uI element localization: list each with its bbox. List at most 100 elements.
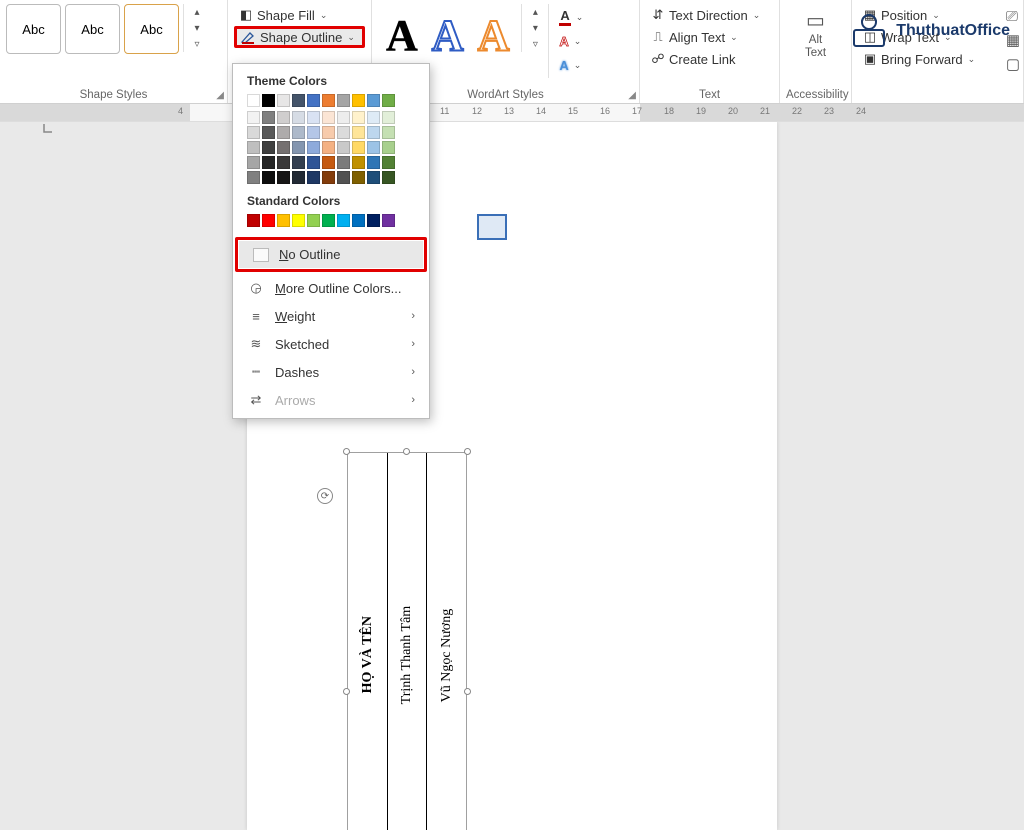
alt-text-button[interactable]: ▭ Alt Text <box>794 4 838 59</box>
color-swatch[interactable] <box>322 156 335 169</box>
text-direction-button[interactable]: ⇵Text Direction⌄ <box>646 4 773 26</box>
color-swatch[interactable] <box>262 126 275 139</box>
color-swatch[interactable] <box>352 111 365 124</box>
color-swatch[interactable] <box>367 171 380 184</box>
color-swatch[interactable] <box>337 94 350 107</box>
align-icon[interactable]: ⎚ <box>1006 8 1020 25</box>
color-swatch[interactable] <box>337 171 350 184</box>
group-icon[interactable]: ▦ <box>1006 31 1020 49</box>
more-outline-colors-item[interactable]: ◶ More Outline Colors... <box>233 274 429 302</box>
color-swatch[interactable] <box>382 171 395 184</box>
color-swatch[interactable] <box>352 214 365 227</box>
sketched-item[interactable]: ≋ Sketched› <box>233 330 429 358</box>
color-swatch[interactable] <box>262 214 275 227</box>
color-swatch[interactable] <box>262 111 275 124</box>
color-swatch[interactable] <box>367 214 380 227</box>
color-swatch[interactable] <box>367 111 380 124</box>
color-swatch[interactable] <box>307 214 320 227</box>
color-swatch[interactable] <box>307 111 320 124</box>
no-outline-item[interactable]: NNo Outlineo Outline <box>239 241 423 268</box>
color-swatch[interactable] <box>292 141 305 154</box>
color-swatch[interactable] <box>322 171 335 184</box>
color-swatch[interactable] <box>247 214 260 227</box>
color-swatch[interactable] <box>247 141 260 154</box>
color-swatch[interactable] <box>307 94 320 107</box>
color-swatch[interactable] <box>262 94 275 107</box>
textbox-selection[interactable]: ⟳ HỌ VÀ TÊN Trịnh Thanh Tâm Vũ Ngọc Nươn… <box>347 452 467 830</box>
color-swatch[interactable] <box>322 126 335 139</box>
color-swatch[interactable] <box>307 171 320 184</box>
style-preset-1[interactable]: Abc <box>6 4 61 54</box>
style-preset-2[interactable]: Abc <box>65 4 120 54</box>
tab-selector-icon[interactable] <box>42 122 56 136</box>
wordart-gallery[interactable]: A A A <box>378 4 517 67</box>
color-swatch[interactable] <box>292 214 305 227</box>
gallery-expand-icon[interactable]: ▿ <box>188 36 206 52</box>
gallery-expand-icon[interactable]: ▿ <box>526 36 544 52</box>
color-swatch[interactable] <box>367 156 380 169</box>
color-swatch[interactable] <box>277 141 290 154</box>
color-swatch[interactable] <box>337 126 350 139</box>
color-swatch[interactable] <box>307 126 320 139</box>
shape-fill-button[interactable]: ◧ Shape Fill ⌄ <box>234 4 365 26</box>
color-swatch[interactable] <box>262 156 275 169</box>
color-swatch[interactable] <box>247 94 260 107</box>
color-swatch[interactable] <box>292 94 305 107</box>
color-swatch[interactable] <box>292 126 305 139</box>
color-swatch[interactable] <box>277 171 290 184</box>
color-swatch[interactable] <box>277 126 290 139</box>
document-area[interactable]: ⟳ HỌ VÀ TÊN Trịnh Thanh Tâm Vũ Ngọc Nươn… <box>0 122 1024 830</box>
shape-outline-button[interactable]: Shape Outline ⌄ <box>234 26 365 48</box>
color-swatch[interactable] <box>277 111 290 124</box>
color-swatch[interactable] <box>307 141 320 154</box>
color-swatch[interactable] <box>352 156 365 169</box>
color-swatch[interactable] <box>277 156 290 169</box>
color-swatch[interactable] <box>307 156 320 169</box>
color-swatch[interactable] <box>322 214 335 227</box>
color-swatch[interactable] <box>382 156 395 169</box>
wordart-preset-1[interactable]: A <box>386 10 418 61</box>
color-swatch[interactable] <box>367 94 380 107</box>
align-text-button[interactable]: ⎍Align Text⌄ <box>646 26 773 48</box>
color-swatch[interactable] <box>337 141 350 154</box>
chevron-up-icon[interactable]: ▴ <box>188 4 206 20</box>
dialog-launcher-icon[interactable]: ◢ <box>216 90 224 101</box>
chevron-down-icon[interactable]: ▾ <box>526 20 544 36</box>
color-swatch[interactable] <box>337 111 350 124</box>
color-swatch[interactable] <box>247 156 260 169</box>
color-swatch[interactable] <box>277 214 290 227</box>
color-swatch[interactable] <box>337 156 350 169</box>
rotate-handle-icon[interactable]: ⟳ <box>317 488 333 504</box>
send-backward-icon[interactable]: ▢ <box>1006 55 1020 73</box>
style-preset-3[interactable]: Abc <box>124 4 179 54</box>
wordart-scroll[interactable]: ▴ ▾ ▿ <box>521 4 544 52</box>
text-outline-button[interactable]: A⌄ <box>555 30 587 52</box>
color-swatch[interactable] <box>292 171 305 184</box>
color-swatch[interactable] <box>382 111 395 124</box>
color-swatch[interactable] <box>352 171 365 184</box>
color-swatch[interactable] <box>352 126 365 139</box>
color-swatch[interactable] <box>322 141 335 154</box>
chevron-down-icon[interactable]: ▾ <box>188 20 206 36</box>
wordart-preset-2[interactable]: A <box>432 10 464 61</box>
style-gallery-scroll[interactable]: ▴ ▾ ▿ <box>183 4 206 52</box>
text-effects-button[interactable]: A⌄ <box>555 54 587 76</box>
layout-options-icon[interactable] <box>477 214 507 240</box>
color-swatch[interactable] <box>382 214 395 227</box>
color-swatch[interactable] <box>262 171 275 184</box>
color-swatch[interactable] <box>367 141 380 154</box>
color-swatch[interactable] <box>322 94 335 107</box>
color-swatch[interactable] <box>382 141 395 154</box>
color-swatch[interactable] <box>247 111 260 124</box>
color-swatch[interactable] <box>337 214 350 227</box>
color-swatch[interactable] <box>367 126 380 139</box>
create-link-button[interactable]: ☍Create Link <box>646 48 773 70</box>
color-swatch[interactable] <box>352 141 365 154</box>
color-swatch[interactable] <box>382 126 395 139</box>
color-swatch[interactable] <box>262 141 275 154</box>
dashes-item[interactable]: ┉ Dashes› <box>233 358 429 386</box>
chevron-up-icon[interactable]: ▴ <box>526 4 544 20</box>
color-swatch[interactable] <box>352 94 365 107</box>
dialog-launcher-icon[interactable]: ◢ <box>628 90 636 101</box>
color-swatch[interactable] <box>382 94 395 107</box>
